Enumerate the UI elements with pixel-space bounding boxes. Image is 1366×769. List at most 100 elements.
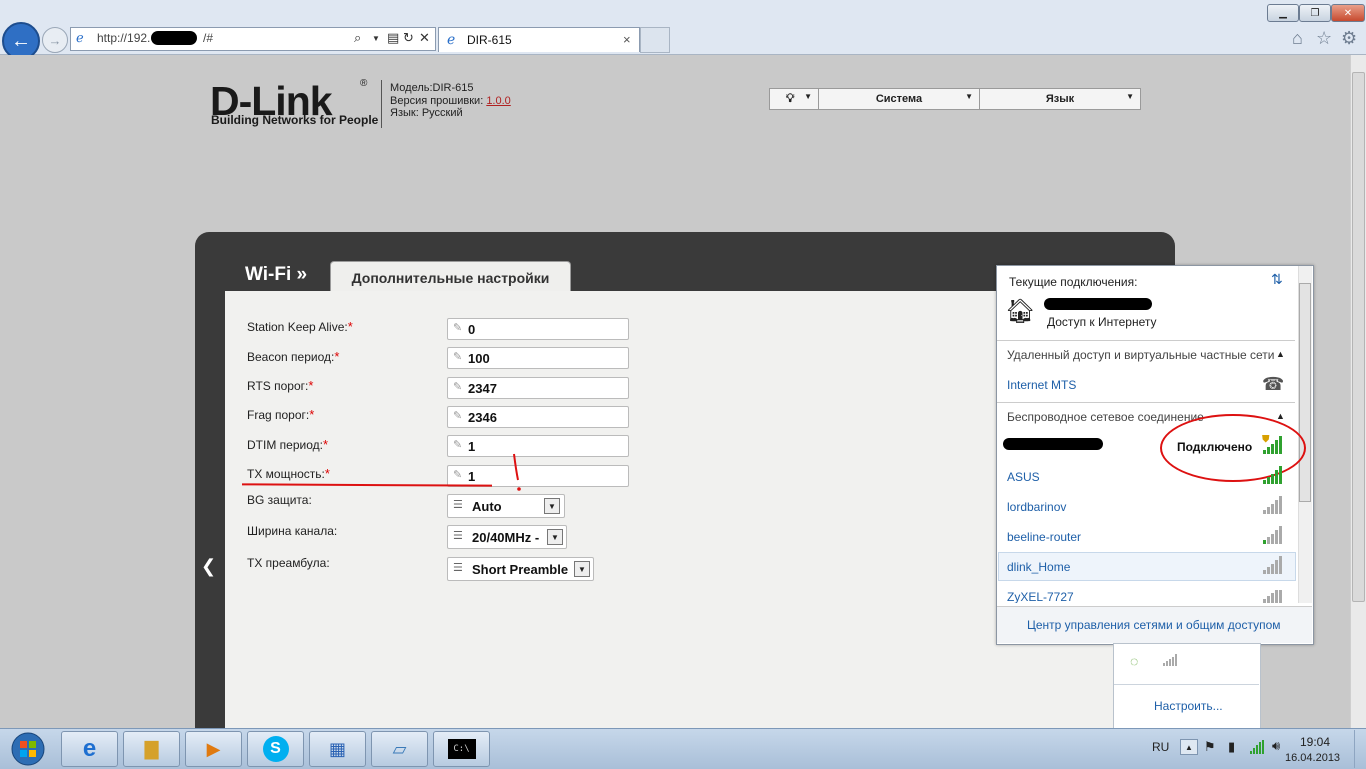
wifi-network-item[interactable]: dlink_Home: [1007, 560, 1070, 574]
show-desktop-button[interactable]: [1354, 730, 1366, 768]
tray-network-icon[interactable]: [1250, 740, 1264, 754]
dtim-input[interactable]: ✎ 1: [447, 435, 629, 457]
wireless-section-header[interactable]: Беспроводное сетевое соединение: [1007, 410, 1204, 424]
field-label-keepalive: Station Keep Alive:*: [247, 319, 353, 334]
clock-date[interactable]: 16.04.2013: [1285, 752, 1340, 764]
channel-width-select[interactable]: ☰ 20/40MHz - ▼: [447, 525, 567, 549]
redacted-ssid: [1003, 438, 1103, 450]
language-menu[interactable]: Язык ▼: [980, 89, 1140, 109]
taskbar-notepad[interactable]: ▱: [371, 731, 428, 767]
signal-strength-icon: [1263, 556, 1282, 574]
stop-icon[interactable]: ✕: [419, 30, 430, 46]
wifi-network-item[interactable]: ASUS: [1007, 470, 1040, 484]
taskbar-explorer[interactable]: ▇: [123, 731, 180, 767]
flyout-scrollbar-thumb[interactable]: [1299, 283, 1311, 502]
forward-button[interactable]: →: [42, 27, 68, 53]
ie-tab-icon: ℯ: [447, 31, 456, 47]
divider: [997, 340, 1295, 341]
restore-icon: ❐: [1310, 7, 1320, 19]
ie-page-icon: ℯ: [76, 30, 84, 45]
gear-icon[interactable]: ⚙: [1341, 28, 1357, 49]
tab-advanced-settings[interactable]: Дополнительные настройки: [330, 261, 571, 293]
preamble-select[interactable]: ☰ Short Preamble ▼: [447, 557, 594, 581]
select-label-bg: BG защита:: [247, 493, 312, 507]
media-player-icon: ▶: [206, 738, 221, 759]
divider: [997, 402, 1295, 403]
taskbar-media-player[interactable]: ▶: [185, 731, 242, 767]
volume-icon[interactable]: 🔊︎: [1272, 738, 1280, 754]
bg-protection-select[interactable]: ☰ Auto ▼: [447, 494, 565, 518]
pencil-icon: ✎: [453, 439, 463, 451]
annotation-exclamation: [513, 453, 521, 491]
pencil-icon: ✎: [453, 322, 463, 334]
annotation-circle: [1160, 414, 1306, 482]
restore-button[interactable]: ❐: [1299, 4, 1331, 22]
windows-logo-icon: [11, 732, 45, 766]
wifi-network-item[interactable]: beeline-router: [1007, 530, 1081, 544]
battery-icon[interactable]: ▮: [1228, 739, 1235, 755]
configure-link[interactable]: Настроить...: [1154, 699, 1223, 713]
network-center-link[interactable]: Центр управления сетями и общим доступом: [1027, 618, 1281, 632]
refresh-icon[interactable]: ↻: [403, 30, 414, 46]
tab-title: DIR-615: [467, 33, 512, 47]
list-icon: ☰: [453, 530, 463, 542]
select-label-width: Ширина канала:: [247, 524, 338, 538]
wifi-network-item[interactable]: ZyXEL-7727: [1007, 590, 1074, 603]
tab-close-icon[interactable]: ×: [623, 32, 631, 47]
rts-input[interactable]: ✎ 2347: [447, 377, 629, 399]
minimize-icon: ▁: [1279, 7, 1287, 19]
chevron-down-icon: ▼: [547, 529, 563, 545]
dropdown-icon[interactable]: ▼: [372, 34, 380, 43]
section-title[interactable]: Wi-Fi »: [245, 264, 307, 286]
refresh-connections-icon[interactable]: ⇅: [1271, 271, 1283, 288]
signal-strength-icon: [1263, 526, 1282, 544]
collapse-icon[interactable]: ▲: [1276, 411, 1285, 421]
list-icon: ☰: [453, 499, 463, 511]
vpn-item[interactable]: Internet MTS: [1007, 378, 1076, 392]
taskbar-ie[interactable]: e: [61, 731, 118, 767]
pencil-icon: ✎: [453, 381, 463, 393]
current-connections-label: Текущие подключения:: [1009, 275, 1138, 289]
system-menu[interactable]: Система ▼: [819, 89, 980, 109]
new-tab-button[interactable]: [640, 27, 670, 53]
taskbar-skype[interactable]: S: [247, 731, 304, 767]
home-icon[interactable]: ⌂: [1292, 28, 1303, 49]
system-menu-label: Система: [875, 93, 923, 105]
skype-icon: S: [262, 736, 289, 762]
redacted-ip-mask: [151, 31, 197, 45]
divider: [1114, 684, 1259, 685]
wifi-network-item[interactable]: lordbarinov: [1007, 500, 1066, 514]
close-button[interactable]: ✕: [1331, 4, 1365, 22]
logo-separator: [381, 80, 382, 128]
clock-time[interactable]: 19:04: [1300, 735, 1330, 749]
compat-view-icon[interactable]: ▤: [387, 30, 399, 46]
start-button[interactable]: [3, 730, 53, 768]
page-scrollbar-thumb[interactable]: [1352, 72, 1365, 602]
firmware-link[interactable]: 1.0.0: [486, 95, 510, 107]
chevron-left-icon[interactable]: ❮: [201, 556, 216, 577]
browser-tab[interactable]: ℯ DIR-615 ×: [438, 27, 640, 52]
signal-strength-icon: [1163, 654, 1177, 666]
keepalive-input[interactable]: ✎ 0: [447, 318, 629, 340]
top-menu: 💡︎ ▼ Система ▼ Язык ▼: [769, 88, 1141, 110]
favorites-star-icon[interactable]: ☆: [1316, 28, 1332, 49]
language-indicator[interactable]: RU: [1152, 740, 1169, 754]
logo-tagline: Building Networks for People: [211, 113, 379, 127]
tips-menu[interactable]: 💡︎ ▼: [770, 89, 819, 109]
taskbar-cmd[interactable]: C:\: [433, 731, 490, 767]
address-bar[interactable]: ℯ http://192. /# ⌕ ▼ ▤ ↻ ✕: [70, 27, 436, 51]
collapse-icon[interactable]: ▲: [1276, 349, 1285, 359]
search-icon[interactable]: ⌕: [354, 30, 361, 46]
address-suffix: /#: [203, 31, 214, 45]
frag-input[interactable]: ✎ 2346: [447, 406, 629, 428]
forward-arrow-icon: →: [48, 32, 62, 48]
control-panel-icon: ▦: [328, 738, 346, 759]
beacon-input[interactable]: ✎ 100: [447, 347, 629, 369]
vpn-section-header[interactable]: Удаленный доступ и виртуальные частные с…: [1007, 348, 1274, 362]
close-icon: ✕: [1343, 7, 1353, 19]
address-text: http://192.: [97, 31, 151, 45]
action-center-flag-icon[interactable]: ⚑: [1204, 739, 1216, 755]
taskbar-control-panel[interactable]: ▦: [309, 731, 366, 767]
show-hidden-icons-button[interactable]: ▲: [1180, 739, 1198, 755]
minimize-button[interactable]: ▁: [1267, 4, 1299, 22]
